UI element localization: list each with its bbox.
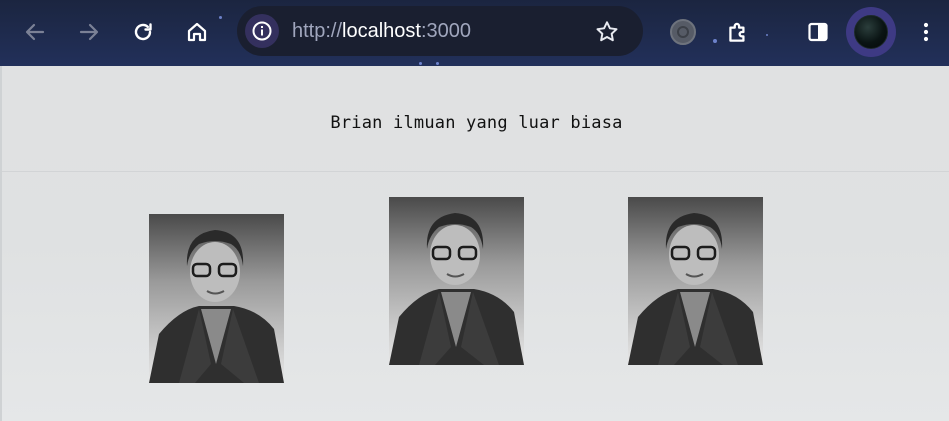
arrow-left-icon: [25, 23, 45, 41]
menu-button[interactable]: [909, 15, 943, 49]
background-dot: [219, 16, 222, 19]
back-button[interactable]: [18, 15, 52, 49]
url-scheme: http://: [292, 20, 343, 42]
browser-toolbar: http://localhost:3000: [0, 0, 949, 66]
address-bar[interactable]: http://localhost:3000: [237, 6, 643, 56]
background-dot: [419, 62, 422, 65]
home-icon: [187, 22, 207, 42]
page-heading: Brian ilmuan yang luar biasa: [330, 113, 623, 133]
portrait-image: [628, 197, 763, 365]
portrait-image: [149, 214, 284, 383]
url-host: localhost: [342, 20, 421, 42]
background-dot: [713, 39, 717, 43]
puzzle-icon: [729, 22, 745, 42]
extensions-button[interactable]: [721, 15, 755, 49]
side-panel-icon: [808, 22, 828, 42]
url-port: :3000: [420, 20, 472, 42]
profile-button[interactable]: [846, 7, 896, 57]
portrait-photo: [149, 214, 284, 383]
arrow-right-icon: [79, 23, 99, 41]
avatar: [854, 15, 888, 49]
background-dot: [436, 62, 439, 65]
kebab-menu-icon: [923, 22, 929, 42]
side-panel-button[interactable]: [801, 15, 835, 49]
portrait-photo: [628, 197, 763, 365]
info-icon: [252, 21, 272, 41]
reload-icon: [134, 23, 152, 41]
bookmark-button[interactable]: [593, 18, 621, 46]
portrait-photo: [389, 197, 524, 365]
forward-button[interactable]: [72, 15, 106, 49]
site-info-button[interactable]: [245, 14, 279, 48]
extension-circle-icon[interactable]: [670, 19, 696, 45]
background-dot: [766, 34, 768, 36]
reload-button[interactable]: [126, 15, 160, 49]
page-content: Brian ilmuan yang luar biasa: [0, 66, 949, 421]
url-text[interactable]: http://localhost:3000: [292, 19, 471, 43]
star-icon: [596, 21, 618, 42]
portrait-image: [389, 197, 524, 365]
page-header: Brian ilmuan yang luar biasa: [2, 66, 949, 172]
home-button[interactable]: [180, 15, 214, 49]
